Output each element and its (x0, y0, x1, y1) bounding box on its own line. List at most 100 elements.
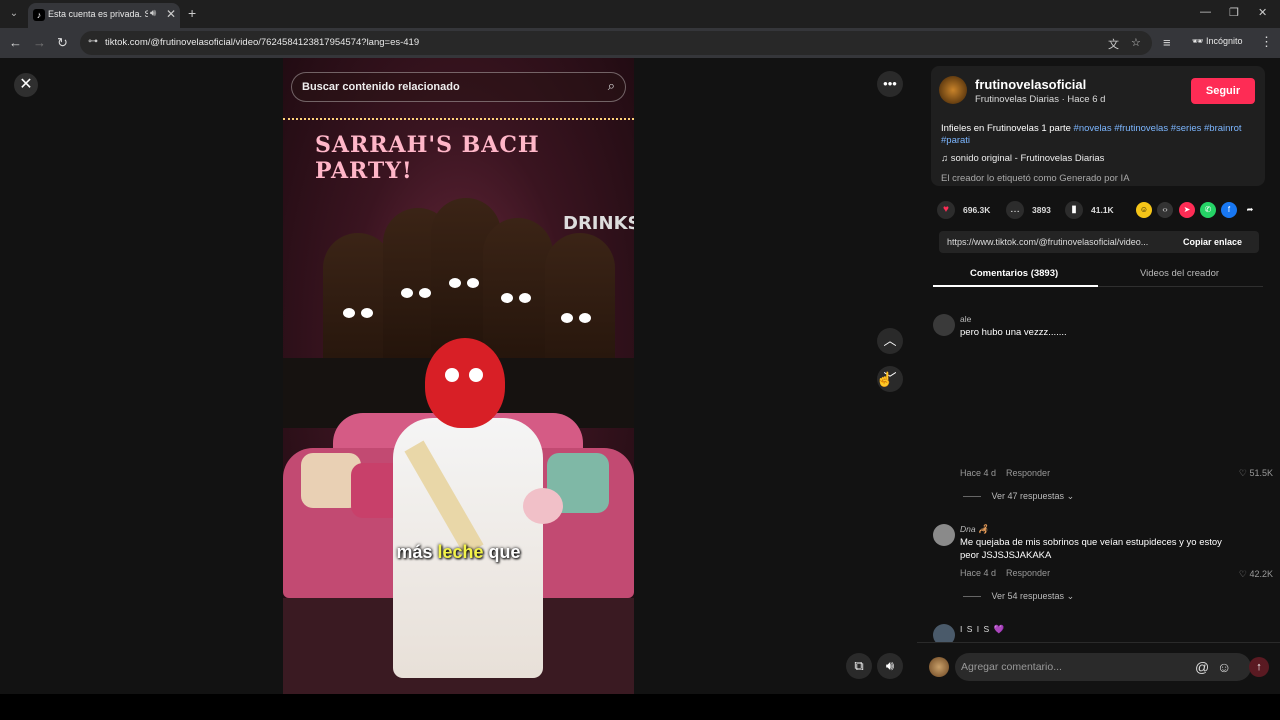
browser-tab-bar: ⌄ ♪ Esta cuenta es privada. Sig 🔊︎ ✕ + —… (0, 0, 1280, 28)
tab-close-icon[interactable]: ✕ (166, 7, 176, 21)
incognito-label: Incógnito (1205, 36, 1243, 46)
view-replies-label: Ver 47 respuestas (991, 491, 1065, 501)
caption-before: más (396, 542, 438, 562)
reply-button[interactable]: Responder (1006, 468, 1050, 478)
embed-code-icon[interactable]: ‹› (1157, 202, 1173, 218)
taskbar-strip (0, 694, 1280, 720)
mouse-cursor-icon: ☝ (876, 371, 894, 387)
active-tab-underline (933, 285, 1098, 287)
bouquet (523, 488, 563, 524)
music-note-icon: ♫ (941, 153, 951, 164)
caption-highlight: leche (437, 542, 484, 562)
commenter-name[interactable]: I S I S 💜 (960, 624, 1005, 635)
view-replies-button[interactable]: Ver 54 respuestas ⌄ (963, 591, 1075, 602)
mention-at-icon[interactable]: @ (1195, 659, 1209, 675)
speaker-icon[interactable]: 🔊︎ (150, 8, 156, 19)
copy-link-button[interactable]: Copiar enlace (1183, 237, 1242, 247)
add-comment-input[interactable]: Agregar comentario... @ ☺ (955, 653, 1251, 681)
comment-bubble-icon[interactable]: … (1006, 201, 1024, 219)
bookmark-icon[interactable]: ▮ (1065, 201, 1083, 219)
forward-arrow-icon[interactable]: → (33, 35, 46, 50)
hashtag-novelas[interactable]: #novelas (1074, 123, 1112, 134)
whatsapp-icon[interactable]: ✆ (1200, 202, 1216, 218)
chevron-down-icon: ⌄ (1064, 591, 1075, 601)
video-player[interactable]: SARRAH'S BACH PARTY! DRINKS Buscar conte… (283, 58, 634, 694)
party-banner: SARRAH'S BACH PARTY! (293, 124, 623, 184)
tiktok-video-page: ✕ SARRAH'S BACH PARTY! DRINKS Buscar con… (0, 58, 1280, 694)
view-replies-button[interactable]: Ver 47 respuestas ⌄ (963, 491, 1075, 502)
comment-item: I S I S 💜 (933, 624, 1273, 642)
comment-like-button[interactable]: ♡ 42.2K (1239, 569, 1273, 580)
hashtag-frutinovelas[interactable]: #frutinovelas (1114, 123, 1168, 134)
emoji-icon[interactable]: ☺ (1217, 659, 1231, 675)
details-panel: frutinovelasoficial Frutinovelas Diarias… (917, 58, 1280, 694)
browser-tab[interactable]: ♪ Esta cuenta es privada. Sig 🔊︎ ✕ (28, 3, 180, 28)
url-text[interactable]: tiktok.com/@frutinovelasoficial/video/76… (105, 37, 419, 48)
related-search-placeholder: Buscar contenido relacionado (302, 81, 460, 93)
caption-after: que (483, 542, 521, 562)
address-bar[interactable]: ⊶ tiktok.com/@frutinovelasoficial/video/… (80, 31, 1152, 55)
comment-count: 3893 (1032, 205, 1051, 215)
tab-comments[interactable]: Comentarios (3893) (970, 268, 1058, 279)
more-options-button[interactable]: ••• (877, 71, 903, 97)
reply-button[interactable]: Responder (1006, 568, 1050, 578)
minimize-icon[interactable]: — (1200, 6, 1211, 18)
comment-text: Me quejaba de mis sobrinos que veían est… (960, 537, 1222, 561)
like-heart-icon[interactable]: ♥ (937, 201, 955, 219)
close-video-button[interactable]: ✕ (14, 73, 38, 97)
follow-button[interactable]: Seguir (1191, 78, 1255, 104)
volume-icon: 🔊︎ (885, 658, 895, 673)
sound-link[interactable]: ♫ sonido original - Frutinovelas Diarias (941, 153, 1104, 164)
floating-player-button[interactable]: ⧉ (846, 653, 872, 679)
reload-icon[interactable]: ↻ (57, 35, 68, 51)
view-replies-label: Ver 54 respuestas (991, 591, 1065, 601)
commenter-name[interactable]: ale (960, 314, 971, 324)
send-comment-button[interactable]: ↑ (1249, 657, 1269, 677)
share-link-url[interactable]: https://www.tiktok.com/@frutinovelasofic… (947, 237, 1175, 247)
commenter-avatar[interactable] (933, 624, 955, 642)
hashtag-parati[interactable]: #parati (941, 135, 970, 146)
comment-text: pero hubo una vezzz....... (960, 327, 1067, 338)
translate-icon[interactable]: 文 (1108, 36, 1119, 52)
post-info-card: frutinovelasoficial Frutinovelas Diarias… (931, 66, 1265, 186)
comment-meta: Hace 4 d Responder (960, 468, 1050, 478)
banner-text: SARRAH'S BACH PARTY! (315, 132, 540, 184)
engagement-bar: ♥ 696.3K … 3893 ▮ 41.1K ☺ ‹› ➤ ✆ f ➦ (937, 200, 1267, 220)
browser-menu-icon[interactable]: ⋮ (1260, 34, 1273, 50)
comment-like-button[interactable]: ♡ 51.5K (1239, 468, 1273, 479)
creator-username[interactable]: frutinovelasoficial (975, 77, 1086, 92)
share-arrow-icon[interactable]: ➦ (1242, 202, 1258, 218)
repost-icon[interactable]: ☺ (1136, 202, 1152, 218)
window-close-icon[interactable]: ✕ (1258, 6, 1267, 19)
hashtag-brainrot[interactable]: #brainrot (1204, 123, 1242, 134)
comment-age: Hace 4 d (960, 568, 997, 578)
tiktok-favicon-icon: ♪ (33, 9, 45, 21)
hashtag-series[interactable]: #series (1171, 123, 1202, 134)
sound-name: sonido original - Frutinovelas Diarias (950, 153, 1105, 164)
commenter-avatar[interactable] (933, 314, 955, 336)
incognito-icon: 🕶︎ (1192, 36, 1206, 46)
restore-icon[interactable]: ❐ (1229, 6, 1239, 19)
previous-video-button[interactable]: ︿ (877, 328, 903, 354)
bookmark-star-icon[interactable]: ☆ (1131, 36, 1141, 49)
volume-button[interactable]: 🔊︎ (877, 653, 903, 679)
tab-creator-videos[interactable]: Videos del creador (1140, 268, 1219, 279)
facebook-icon[interactable]: f (1221, 202, 1237, 218)
tab-search-chevron-icon[interactable]: ⌄ (6, 6, 22, 22)
comment-item: ale pero hubo una vezzz....... Hace 4 d R… (933, 314, 1273, 501)
commenter-avatar[interactable] (933, 524, 955, 546)
commenter-name[interactable]: Dna 🦂 (960, 524, 989, 535)
incognito-indicator[interactable]: 🕶︎ Incógnito (1192, 36, 1242, 47)
related-search-box[interactable]: Buscar contenido relacionado ⌕ (291, 72, 626, 102)
creator-avatar[interactable] (939, 76, 967, 104)
back-arrow-icon[interactable]: ← (9, 35, 22, 50)
arrow-up-icon: ↑ (1256, 661, 1262, 673)
send-to-friend-icon[interactable]: ➤ (1179, 202, 1195, 218)
site-info-icon[interactable]: ⊶ (88, 36, 98, 47)
ai-generated-label: El creador lo etiquetó como Generado por… (941, 173, 1130, 184)
reading-list-icon[interactable]: ≡ (1163, 35, 1171, 50)
new-tab-plus-icon[interactable]: + (188, 5, 196, 21)
comment-tabs: Comentarios (3893) Videos del creador (933, 263, 1263, 287)
search-icon[interactable]: ⌕ (608, 78, 615, 94)
comment-age: Hace 4 d (960, 468, 997, 478)
